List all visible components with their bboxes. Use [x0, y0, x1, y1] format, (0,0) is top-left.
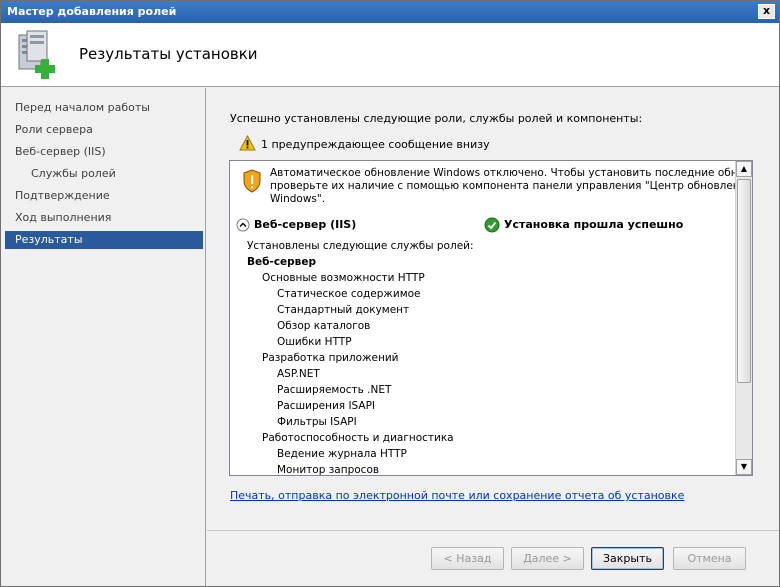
warning-summary-text: 1 предупреждающее сообщение внизу	[261, 138, 490, 151]
nav-item-confirmation[interactable]: Подтверждение	[5, 187, 203, 205]
warning-summary: 1 предупреждающее сообщение внизу	[239, 134, 490, 153]
close-button[interactable]: Закрыть	[591, 547, 664, 570]
next-button[interactable]: Далее >	[511, 547, 584, 570]
detail-line: Фильтры ISAPI	[277, 416, 357, 428]
detail-line: Ведение журнала HTTP	[277, 448, 407, 460]
back-button[interactable]: < Назад	[431, 547, 504, 570]
detail-line: Расширения ISAPI	[277, 400, 376, 412]
role-result-row: Веб-сервер (IIS) Установка прошла успешн…	[236, 216, 736, 234]
nav-item-results[interactable]: Результаты	[5, 231, 203, 249]
warning-line: проверьте их наличие с помощью компонент…	[270, 180, 740, 192]
detail-line: Статическое содержимое	[277, 288, 421, 300]
detail-line: Веб-сервер	[247, 256, 316, 268]
collapse-icon[interactable]	[236, 218, 250, 232]
scroll-up-button[interactable]: ▲	[736, 161, 752, 177]
divider	[207, 530, 779, 531]
detail-line: Основные возможности HTTP	[262, 272, 425, 284]
title-bar: Мастер добавления ролей x	[1, 1, 779, 23]
nav-item-server-roles[interactable]: Роли сервера	[5, 121, 203, 139]
warning-line: Автоматическое обновление Windows отключ…	[270, 167, 740, 179]
vertical-scrollbar[interactable]: ▲ ▼	[735, 161, 752, 475]
results-panel: Успешно установлены следующие роли, служ…	[207, 88, 779, 586]
install-status: Установка прошла успешно	[504, 218, 684, 231]
nav-item-role-services[interactable]: Службы ролей	[5, 165, 203, 183]
detail-line: Ошибки HTTP	[277, 336, 352, 348]
wizard-steps-nav: Перед началом работы Роли сервера Веб-се…	[1, 88, 206, 586]
success-check-icon	[484, 217, 500, 233]
shield-warning-icon	[243, 169, 261, 193]
cancel-button[interactable]: Отмена	[673, 547, 746, 570]
nav-item-progress[interactable]: Ход выполнения	[5, 209, 203, 227]
windows-update-warning: Автоматическое обновление Windows отключ…	[270, 167, 740, 206]
window-title: Мастер добавления ролей	[7, 5, 177, 18]
scroll-down-button[interactable]: ▼	[736, 459, 752, 475]
role-name: Веб-сервер (IIS)	[254, 218, 357, 231]
detail-line: Обзор каталогов	[277, 320, 371, 332]
nav-item-before-you-begin[interactable]: Перед началом работы	[5, 99, 203, 117]
detail-line: Работоспособность и диагностика	[262, 432, 454, 444]
detail-line: Расширяемость .NET	[277, 384, 392, 396]
warning-icon	[239, 134, 256, 151]
warning-line: Windows".	[270, 193, 326, 205]
wizard-window: Мастер добавления ролей x Результаты уст…	[0, 0, 780, 587]
page-title: Результаты установки	[79, 45, 258, 63]
wizard-header: Результаты установки	[1, 23, 779, 87]
detail-line: ASP.NET	[277, 368, 320, 380]
detail-line: Стандартный документ	[277, 304, 410, 316]
intro-text: Успешно установлены следующие роли, служ…	[230, 112, 643, 125]
nav-item-web-server[interactable]: Веб-сервер (IIS)	[5, 143, 203, 161]
detail-line: Монитор запросов	[277, 464, 380, 476]
close-window-button[interactable]: x	[758, 4, 775, 19]
detail-line: Разработка приложений	[262, 352, 399, 364]
scroll-thumb[interactable]	[737, 179, 751, 383]
server-add-icon	[18, 30, 55, 79]
report-link[interactable]: Печать, отправка по электронной почте ил…	[230, 489, 684, 502]
detail-line: Установлены следующие службы ролей:	[247, 240, 474, 252]
installation-results-list: Автоматическое обновление Windows отключ…	[229, 160, 753, 476]
